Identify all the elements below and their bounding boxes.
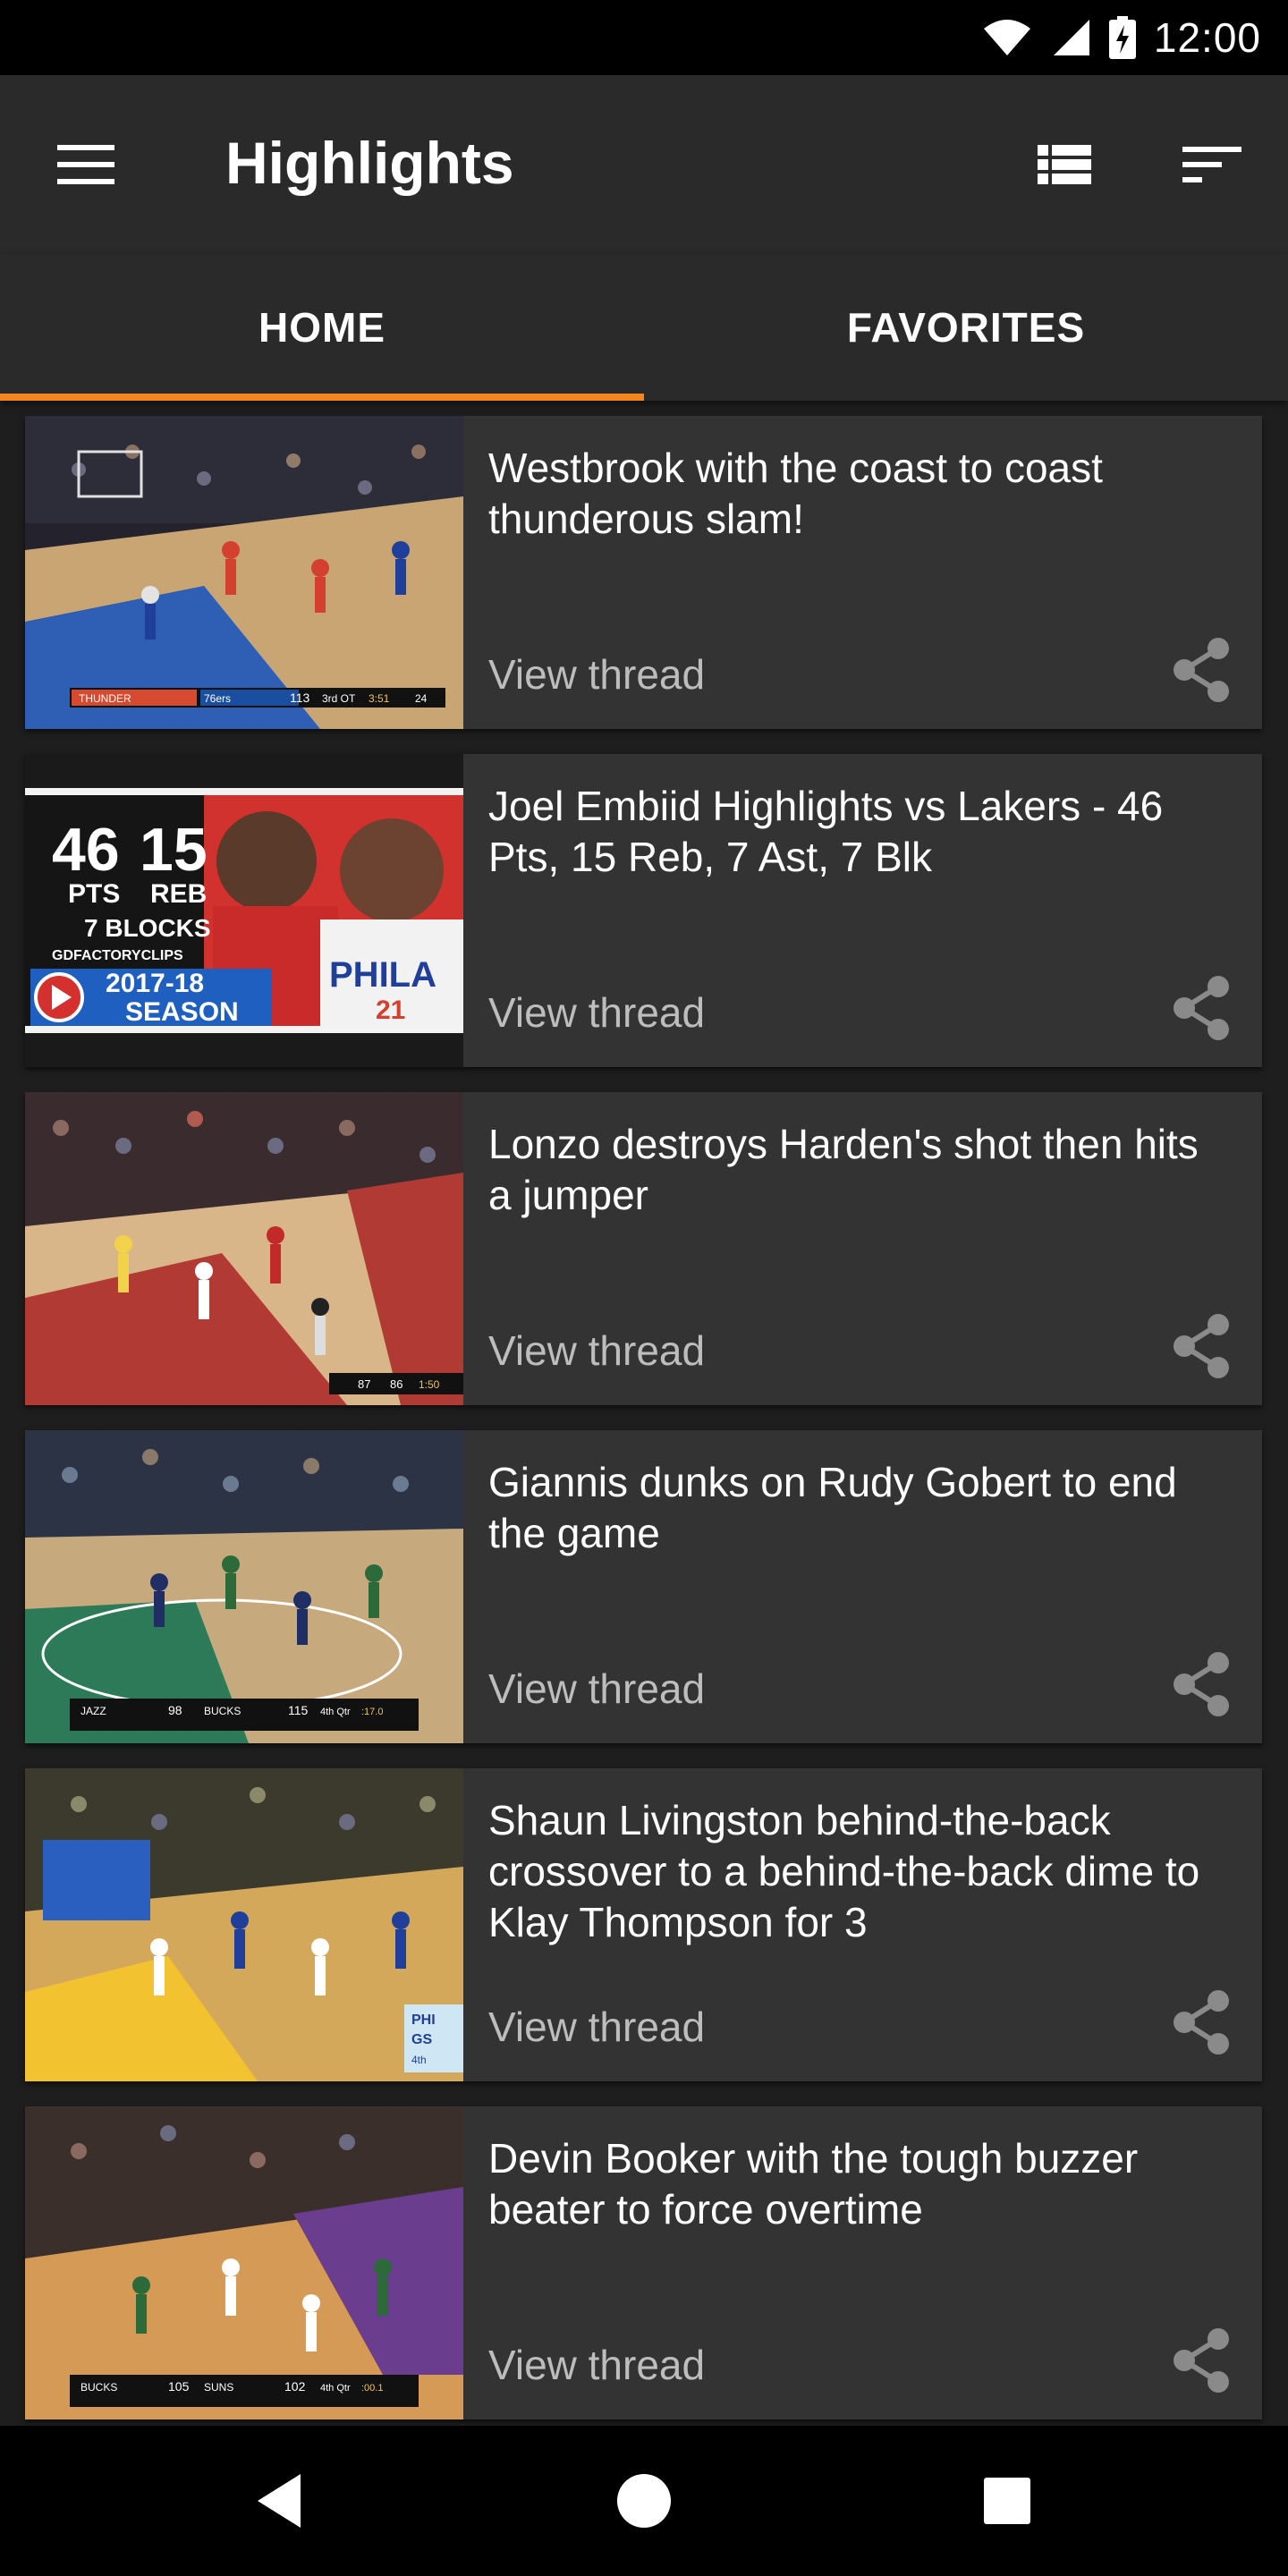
scorebar-team-away: PHI	[411, 2012, 436, 2028]
channel-name: GDFACTORYCLIPS	[52, 948, 183, 963]
share-icon[interactable]	[1166, 1648, 1238, 1720]
view-thread-link[interactable]: View thread	[488, 1326, 705, 1375]
scorebar-clock: :00.1	[361, 2383, 383, 2394]
post-title[interactable]: Giannis dunks on Rudy Gobert to end the …	[488, 1457, 1222, 1559]
post-title[interactable]: Shaun Livingston behind-the-back crossov…	[488, 1795, 1222, 1948]
cell-signal-icon	[1053, 20, 1089, 55]
scorebar-team-away: THUNDER	[79, 692, 131, 705]
scorebar-team-home: 76ers	[204, 692, 231, 705]
jersey-number: 21	[376, 996, 405, 1025]
post-card[interactable]: 87 86 1:50 Lonzo destroys Harden's shot …	[25, 1092, 1262, 1405]
stat-rebounds-value: 15	[140, 816, 208, 884]
menu-icon[interactable]	[55, 138, 118, 191]
scorebar-score-home: 115	[288, 1703, 309, 1717]
scorebar-team-away: BUCKS	[80, 2381, 117, 2394]
scorebar-team-away: JAZZ	[80, 1705, 106, 1717]
post-title[interactable]: Lonzo destroys Harden's shot then hits a…	[488, 1119, 1222, 1221]
scorebar-score-home: 102	[284, 2379, 306, 2394]
stat-rebounds-label: REB	[150, 879, 207, 909]
share-icon[interactable]	[1166, 1310, 1238, 1382]
back-icon[interactable]	[245, 2465, 317, 2537]
post-card[interactable]: JAZZ 98 BUCKS 115 4th Qtr :17.0 Giannis …	[25, 1430, 1262, 1743]
scorebar-clock: 3:51	[369, 692, 390, 705]
scorebar-score-home: 86	[390, 1377, 402, 1391]
stat-points-label: PTS	[68, 879, 120, 909]
season-line2: SEASON	[125, 997, 239, 1027]
post-thumbnail[interactable]: PHILA 21 46 15 PTS REB 7 BLOCKS GDFACTOR…	[25, 754, 463, 1067]
post-thumbnail[interactable]: JAZZ 98 BUCKS 115 4th Qtr :17.0	[25, 1430, 463, 1743]
jersey-text: PHILA	[329, 955, 436, 995]
status-time: 12:00	[1153, 14, 1261, 61]
view-thread-link[interactable]: View thread	[488, 2341, 705, 2389]
tab-selected-indicator	[0, 394, 644, 401]
stat-points-value: 46	[52, 816, 120, 884]
tab-favorites[interactable]: FAVORITES	[644, 254, 1288, 401]
status-bar: 12:00	[0, 0, 1288, 75]
scorebar-period: 4th	[411, 2054, 427, 2066]
tab-home[interactable]: HOME	[0, 254, 644, 401]
recents-icon[interactable]	[971, 2465, 1043, 2537]
share-icon[interactable]	[1166, 1987, 1238, 2058]
stat-blocks: 7 BLOCKS	[84, 914, 211, 942]
post-title[interactable]: Joel Embiid Highlights vs Lakers - 46 Pt…	[488, 781, 1222, 883]
post-thumbnail[interactable]: BUCKS 105 SUNS 102 4th Qtr :00.1	[25, 2106, 463, 2419]
post-card[interactable]: BUCKS 105 SUNS 102 4th Qtr :00.1 Devin B…	[25, 2106, 1262, 2419]
share-icon[interactable]	[1166, 634, 1238, 706]
season-line1: 2017-18	[106, 969, 204, 998]
scorebar-team-home: BUCKS	[204, 1705, 241, 1717]
scorebar-shot-clock: 24	[415, 692, 428, 705]
view-thread-link[interactable]: View thread	[488, 650, 705, 699]
post-thumbnail[interactable]: THUNDER 76ers 113 3rd OT 3:51 24	[25, 416, 463, 729]
view-thread-link[interactable]: View thread	[488, 1665, 705, 1713]
view-thread-link[interactable]: View thread	[488, 2003, 705, 2051]
list-view-icon[interactable]	[1036, 138, 1093, 191]
scorebar-period: 4th Qtr	[320, 1707, 351, 1717]
scorebar-clock: 1:50	[419, 1378, 440, 1391]
view-thread-link[interactable]: View thread	[488, 988, 705, 1037]
post-title[interactable]: Devin Booker with the tough buzzer beate…	[488, 2133, 1222, 2235]
post-card[interactable]: PHILA 21 46 15 PTS REB 7 BLOCKS GDFACTOR…	[25, 754, 1262, 1067]
scorebar-clock: :17.0	[361, 1707, 383, 1717]
scorebar-score: 113	[290, 691, 310, 705]
scorebar-score-away: 105	[168, 2379, 190, 2394]
scorebar-team-home: GS	[411, 2032, 432, 2047]
scorebar-period: 4th Qtr	[320, 2383, 351, 2394]
share-icon[interactable]	[1166, 972, 1238, 1044]
scorebar-score-away: 98	[168, 1703, 182, 1717]
post-thumbnail[interactable]: PHI GS 4th	[25, 1768, 463, 2081]
scorebar-score-away: 87	[358, 1377, 370, 1391]
home-icon[interactable]	[608, 2465, 680, 2537]
post-title[interactable]: Westbrook with the coast to coast thunde…	[488, 443, 1222, 545]
highlights-feed[interactable]: THUNDER 76ers 113 3rd OT 3:51 24 Westbro…	[0, 401, 1288, 2426]
scorebar-team-home: SUNS	[204, 2381, 233, 2394]
post-card[interactable]: THUNDER 76ers 113 3rd OT 3:51 24 Westbro…	[25, 416, 1262, 729]
share-icon[interactable]	[1166, 2325, 1238, 2396]
system-nav-bar	[0, 2426, 1288, 2576]
scorebar-period: 3rd OT	[322, 692, 356, 705]
post-thumbnail[interactable]: 87 86 1:50	[25, 1092, 463, 1405]
battery-charging-icon	[1108, 16, 1136, 59]
sort-icon[interactable]	[1181, 138, 1243, 191]
post-card[interactable]: PHI GS 4th Shaun Livingston behind-the-b…	[25, 1768, 1262, 2081]
wifi-icon	[983, 20, 1030, 55]
page-title: Highlights	[225, 130, 514, 196]
tab-bar: HOME FAVORITES	[0, 254, 1288, 401]
app-bar: Highlights	[0, 75, 1288, 254]
